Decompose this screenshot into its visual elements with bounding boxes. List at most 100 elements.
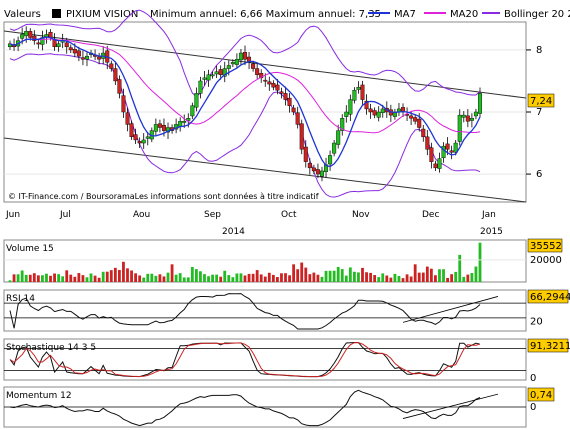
volume-bar [77,273,81,282]
momentum-y-axis: 0 [530,402,536,413]
legend-bollinger: Bollinger 20 2.0 [504,9,570,20]
volume-bar [344,275,348,282]
volume-bar [57,274,61,282]
volume-bar [446,277,449,282]
volume-bar [12,274,16,282]
candle-body [97,56,102,60]
candle-body [283,93,288,100]
candle-body [145,136,150,139]
volume-bar [41,275,44,282]
volume-bar [178,273,182,282]
rsi-value-label: 66,2944 [530,292,570,303]
candle-body [182,121,187,123]
volume-bar [271,274,275,282]
candle-body [133,134,138,141]
stochastic-value-label: 91,3211 [530,341,570,352]
candle-body [417,118,422,128]
candle-body [194,93,199,108]
volume-bar [251,273,255,282]
volume-bar [20,270,24,282]
volume-bar [478,242,482,282]
candle-body [56,43,61,48]
candle-body [348,99,353,115]
candle-body [478,93,483,114]
volume-bar [65,270,69,282]
momentum-panel: Momentum 12 0 0,74 [3,386,555,428]
volume-bar [211,274,214,282]
volume-bar [24,274,28,282]
volume-bar [219,276,223,282]
volume-bar [61,276,65,282]
candle-body [380,108,385,113]
candle-body [121,95,126,113]
volume-bar [223,270,227,282]
month-label: Jul [59,210,71,220]
volume-bar [45,273,48,282]
volume-bar [259,274,263,282]
candle-body [319,170,324,177]
volume-bar [474,266,478,282]
candle-body [328,155,333,165]
candle-body [36,42,41,45]
volume-bar [425,266,429,282]
candle-body [129,123,134,138]
volume-bar [470,273,474,282]
volume-bar [340,269,344,282]
volume-value-label: 35552 [530,241,562,252]
volume-bar [255,270,259,282]
volume-bar [320,276,324,282]
time-axis: Jun Jul Aou Sep Oct Nov Dec Jan 2014 201… [5,210,503,237]
volume-bar [385,275,389,282]
volume-bar [263,276,267,282]
volume-bar [300,262,304,282]
candle-body [344,111,349,117]
legend-ma20: MA20 [450,9,478,20]
copyright-credit: © IT-Finance.com / BoursoramaLes informa… [8,191,319,201]
volume-bar [235,273,239,282]
candle-body [48,31,53,38]
candle-body [210,74,215,77]
candle-body [242,52,247,60]
candle-body [255,68,260,75]
volume-bar [81,275,85,282]
candle-body [238,52,243,61]
volume-bar [101,271,105,282]
volume-bar [361,267,364,282]
candle-body [117,79,122,94]
candle-body [413,117,418,122]
candle-body [473,111,478,117]
candle-body [299,123,304,150]
volume-bar [166,272,170,282]
volume-bar [284,273,287,282]
candle-body [376,111,381,118]
candle-body [457,114,462,142]
candle-body [206,74,211,81]
volume-bar [389,277,393,282]
candle-body [291,107,296,113]
volume-bar [69,274,73,282]
rsi-y-axis: 20 [530,317,543,328]
series-swatch [52,9,61,18]
candle-body [267,81,272,85]
volume-bar [215,274,219,282]
candle-body [445,143,450,150]
candle-body [76,50,81,57]
candle-body [190,105,195,117]
volume-bar [292,264,296,282]
candle-body [44,34,49,37]
volume-bar [267,272,271,282]
candle-body [72,48,77,54]
volume-bar [89,273,93,282]
volume-bar [442,269,445,282]
candle-body [279,91,284,94]
volume-bar [421,272,425,282]
candle-body [153,124,158,132]
volume-bar [53,273,56,282]
volume-bar [377,277,381,282]
volume-bar [438,269,441,282]
candle-body [469,118,474,121]
volume-bar [109,270,113,282]
candle-body [307,162,312,169]
volume-tick-label: 20000 [530,255,562,266]
volume-bar [434,275,437,282]
